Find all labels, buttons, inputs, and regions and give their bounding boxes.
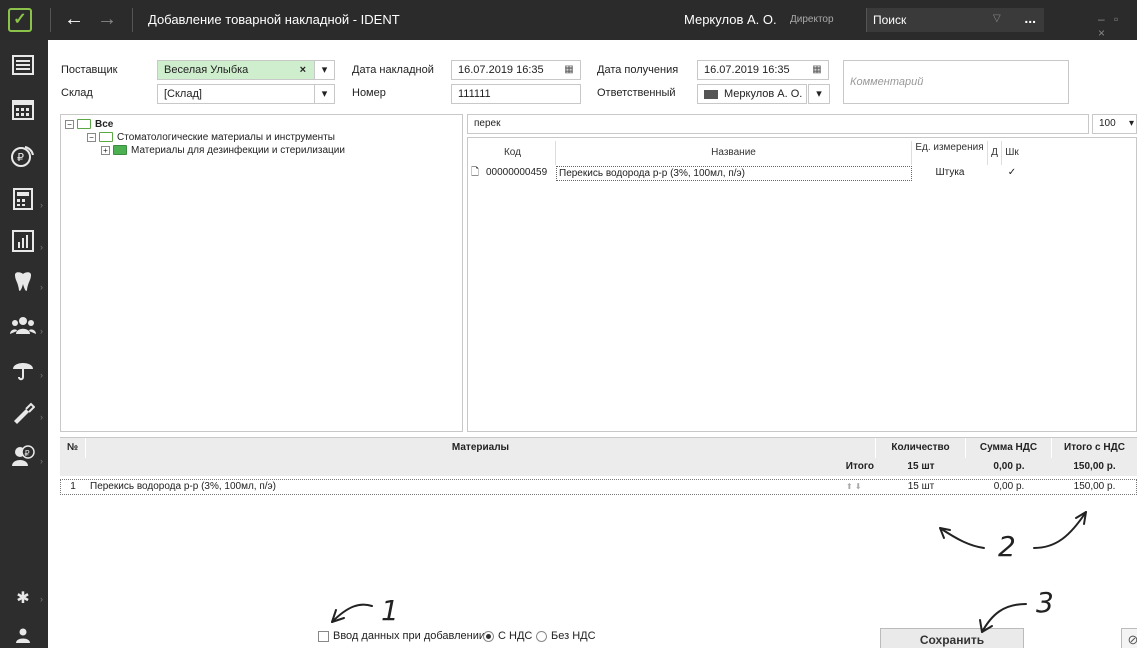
annotation-arrows bbox=[331, 511, 1087, 633]
annotation-label-3: 3 bbox=[1036, 586, 1054, 619]
annotation-label-1: 1 bbox=[381, 594, 399, 627]
annotation-label-2: 2 bbox=[998, 530, 1016, 563]
